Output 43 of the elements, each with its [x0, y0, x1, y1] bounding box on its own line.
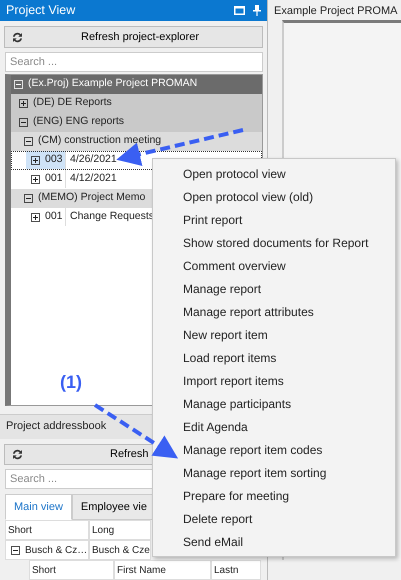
expand-icon[interactable]	[31, 174, 40, 184]
menu-item[interactable]: New report item	[153, 323, 395, 346]
document-tab[interactable]: Example Project PROMA	[270, 0, 401, 20]
tree-node-label[interactable]: (MEMO) Project Memo	[38, 190, 146, 206]
column-header[interactable]: First Name	[114, 560, 211, 580]
collapse-icon[interactable]	[24, 136, 33, 146]
menu-item[interactable]: Manage participants	[153, 392, 395, 415]
tab[interactable]: Main view	[5, 494, 72, 520]
table-cell: Busch & Cz…	[5, 540, 89, 560]
panel-title: Project addressbook	[6, 419, 106, 434]
column-header[interactable]: Long	[89, 520, 151, 540]
panel-title: Project View	[6, 2, 76, 20]
report-number: 001	[45, 209, 63, 224]
report-number: 001	[45, 171, 63, 186]
column-header[interactable]: Short	[5, 520, 89, 540]
column-header[interactable]: Lastn	[211, 560, 261, 580]
collapse-icon[interactable]	[11, 546, 20, 554]
collapse-icon[interactable]	[24, 194, 33, 203]
expand-icon[interactable]	[31, 212, 40, 222]
report-number: 003	[45, 152, 63, 168]
menu-item[interactable]: Delete report	[153, 507, 395, 530]
report-title: 4/12/2021	[70, 171, 117, 186]
expand-icon[interactable]	[19, 98, 28, 108]
menu-item[interactable]: Comment overview	[153, 254, 395, 277]
column-header[interactable]: Short	[29, 560, 114, 580]
menu-item[interactable]: Import report items	[153, 369, 395, 392]
search-field[interactable]: Search ...	[5, 52, 263, 72]
annotation-label: (1)	[60, 373, 82, 391]
maximize-icon[interactable]	[234, 6, 245, 16]
menu-item[interactable]: Manage report	[153, 277, 395, 300]
pin-icon[interactable]	[253, 5, 261, 16]
menu-item[interactable]: Load report items	[153, 346, 395, 369]
collapse-icon[interactable]	[19, 118, 28, 127]
menu-item[interactable]: Show stored documents for Report	[153, 231, 395, 254]
menu-item[interactable]: Edit Agenda	[153, 415, 395, 438]
report-title: 4/26/2021	[70, 152, 117, 168]
table-cell: Busch & Cze	[89, 540, 151, 560]
expand-icon[interactable]	[31, 156, 40, 165]
refresh-icon	[11, 30, 24, 44]
menu-item[interactable]: Send eMail	[153, 530, 395, 553]
menu-item[interactable]: Manage report attributes	[153, 300, 395, 323]
refresh-icon	[11, 448, 24, 462]
refresh-button[interactable]: Refresh project-explorer	[4, 26, 263, 48]
